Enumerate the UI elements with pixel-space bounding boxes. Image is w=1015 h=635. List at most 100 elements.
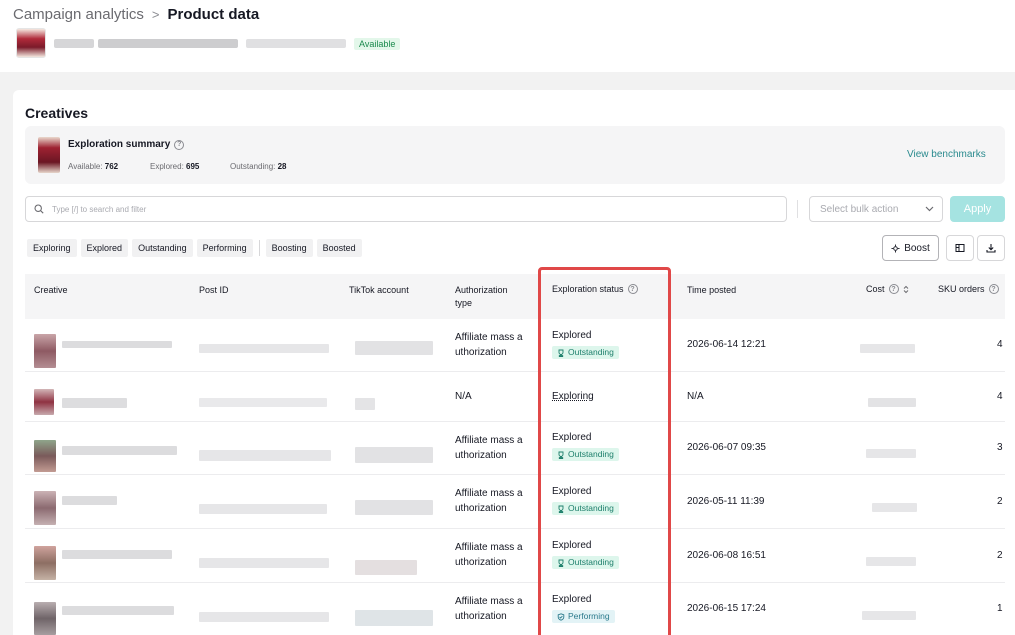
column-header-authorization-line1: Authorization bbox=[455, 285, 508, 295]
account-redacted bbox=[355, 341, 433, 355]
authorization-line2: uthorization bbox=[455, 450, 507, 461]
column-header-sku-label: SKU orders bbox=[938, 284, 985, 294]
creative-thumbnail[interactable] bbox=[34, 440, 56, 472]
post-id-redacted bbox=[199, 450, 331, 461]
trophy-icon bbox=[558, 349, 564, 357]
column-header-cost-label: Cost bbox=[866, 284, 885, 294]
time-posted-cell: 2026-06-14 12:21 bbox=[687, 339, 766, 350]
breadcrumb-parent-link[interactable]: Campaign analytics bbox=[13, 6, 144, 23]
chip-divider bbox=[258, 240, 260, 256]
help-icon[interactable]: ? bbox=[888, 284, 899, 294]
post-id-redacted bbox=[199, 344, 329, 353]
column-header-creative[interactable]: Creative bbox=[34, 285, 68, 295]
filter-chip-performing[interactable]: Performing bbox=[196, 239, 253, 257]
summary-product-image bbox=[38, 137, 60, 173]
exploration-status-text: Explored bbox=[552, 540, 592, 551]
authorization-line1: Affiliate mass a bbox=[455, 435, 523, 446]
exploration-status-text: Explored bbox=[552, 330, 592, 341]
sku-orders-cell: 4 bbox=[997, 391, 1003, 402]
column-header-authorization-line2: type bbox=[455, 298, 473, 308]
column-header-cost[interactable]: Cost ? bbox=[866, 284, 909, 294]
status-tag-label: Outstanding bbox=[568, 557, 614, 567]
chevron-right-icon: > bbox=[151, 6, 160, 22]
filter-chips: Exploring Explored Outstanding Performin… bbox=[27, 239, 362, 257]
creative-thumbnail[interactable] bbox=[34, 389, 54, 415]
stat-outstanding-value: 28 bbox=[277, 162, 287, 171]
creative-thumbnail[interactable] bbox=[34, 491, 56, 525]
download-button[interactable] bbox=[977, 235, 1005, 261]
stat-available-value: 762 bbox=[104, 162, 119, 171]
column-header-sku-orders[interactable]: SKU orders ? bbox=[938, 284, 999, 294]
bulk-action-select[interactable]: Select bulk action bbox=[809, 196, 943, 222]
product-image bbox=[16, 28, 46, 58]
account-redacted bbox=[355, 560, 417, 575]
apply-button[interactable]: Apply bbox=[950, 196, 1005, 222]
creative-title-redacted bbox=[62, 398, 127, 408]
authorization-line1: Affiliate mass a bbox=[455, 542, 523, 553]
help-icon[interactable]: ? bbox=[627, 284, 638, 294]
sku-orders-cell: 3 bbox=[997, 442, 1003, 453]
exploration-status-text: Explored bbox=[552, 594, 592, 605]
filter-chip-outstanding[interactable]: Outstanding bbox=[132, 239, 193, 257]
cost-redacted bbox=[860, 344, 915, 353]
status-tag-label: Outstanding bbox=[568, 347, 614, 357]
rocket-icon bbox=[891, 243, 900, 253]
stat-outstanding-label: Outstanding: bbox=[230, 162, 276, 171]
column-header-account[interactable]: TikTok account bbox=[349, 285, 409, 295]
authorization-cell: Affiliate mass a uthorization bbox=[455, 486, 523, 516]
time-posted-cell: 2026-05-11 11:39 bbox=[687, 496, 765, 507]
boost-button[interactable]: Boost bbox=[882, 235, 939, 261]
column-header-post-id[interactable]: Post ID bbox=[199, 285, 229, 295]
exploration-status-text[interactable]: Exploring bbox=[552, 389, 594, 404]
summary-title-text: Exploration summary bbox=[68, 139, 171, 150]
exploration-summary-card bbox=[25, 126, 1005, 184]
authorization-cell: Affiliate mass a uthorization bbox=[455, 594, 523, 624]
creative-thumbnail[interactable] bbox=[34, 334, 56, 368]
authorization-line2: uthorization bbox=[455, 557, 507, 568]
creative-thumbnail[interactable] bbox=[34, 602, 56, 635]
filter-chip-explored[interactable]: Explored bbox=[80, 239, 129, 257]
creative-title-redacted bbox=[62, 496, 117, 505]
creative-title-redacted bbox=[62, 550, 172, 559]
sku-orders-cell: 4 bbox=[997, 339, 1003, 350]
trophy-icon bbox=[558, 451, 564, 459]
search-input[interactable] bbox=[52, 204, 752, 214]
time-posted-cell: 2026-06-08 16:51 bbox=[687, 550, 766, 561]
cost-redacted bbox=[866, 449, 916, 458]
column-header-status-label: Exploration status bbox=[552, 284, 624, 294]
stat-available-label: Available: bbox=[68, 162, 103, 171]
help-icon[interactable]: ? bbox=[174, 139, 185, 150]
column-header-time[interactable]: Time posted bbox=[687, 285, 736, 295]
product-info bbox=[16, 28, 346, 58]
status-tag-label: Outstanding bbox=[568, 449, 614, 459]
outstanding-badge: Outstanding bbox=[552, 448, 619, 461]
filter-chip-boosting[interactable]: Boosting bbox=[265, 239, 313, 257]
authorization-line2: uthorization bbox=[455, 347, 507, 358]
columns-settings-button[interactable] bbox=[946, 235, 974, 261]
time-posted-cell: N/A bbox=[687, 391, 704, 402]
time-posted-cell: 2026-06-07 09:35 bbox=[687, 442, 766, 453]
column-header-authorization[interactable]: Authorization type bbox=[455, 285, 508, 308]
creative-thumbnail[interactable] bbox=[34, 546, 56, 580]
bulk-action-placeholder: Select bulk action bbox=[820, 203, 899, 215]
view-benchmarks-link[interactable]: View benchmarks bbox=[907, 149, 986, 160]
stat-available: Available: 762 bbox=[68, 162, 118, 171]
post-id-redacted bbox=[199, 612, 329, 622]
product-id-redacted bbox=[246, 38, 346, 48]
sort-icon[interactable] bbox=[903, 285, 909, 294]
exploration-status-cell: Explored Outstanding bbox=[552, 328, 619, 362]
breadcrumb: Campaign analytics > Product data bbox=[13, 5, 259, 23]
filter-chip-boosted[interactable]: Boosted bbox=[316, 239, 362, 257]
sku-orders-cell: 1 bbox=[997, 603, 1003, 614]
filter-chip-exploring[interactable]: Exploring bbox=[27, 239, 77, 257]
exploration-status-text: Explored bbox=[552, 486, 592, 497]
search-box[interactable] bbox=[25, 196, 787, 222]
column-header-status[interactable]: Exploration status ? bbox=[552, 284, 638, 294]
help-icon[interactable]: ? bbox=[988, 284, 999, 294]
table-header bbox=[25, 274, 1005, 319]
section-title: Creatives bbox=[25, 105, 89, 121]
exploration-status-cell: Explored Outstanding bbox=[552, 430, 619, 464]
time-posted-cell: 2026-06-15 17:24 bbox=[687, 603, 766, 614]
trophy-icon bbox=[558, 505, 564, 513]
table-row[interactable] bbox=[25, 372, 1005, 422]
